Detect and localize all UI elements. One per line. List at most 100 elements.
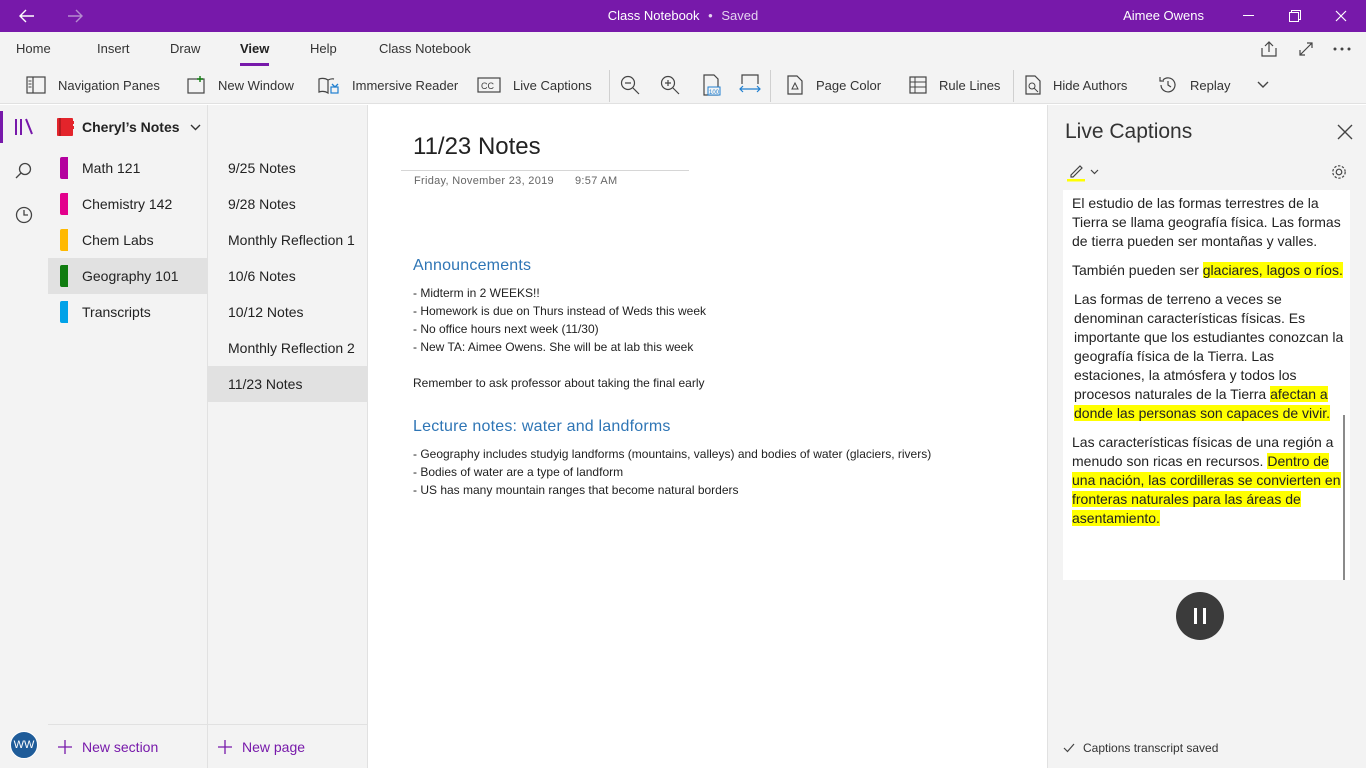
live-captions-button[interactable]: CC Live Captions bbox=[477, 66, 592, 104]
new-window-button[interactable]: New Window bbox=[186, 66, 294, 104]
tab-draw[interactable]: Draw bbox=[170, 41, 200, 56]
close-captions-button[interactable] bbox=[1334, 121, 1356, 143]
recent-notes-button[interactable] bbox=[0, 193, 48, 237]
avatar[interactable]: WW bbox=[10, 731, 38, 759]
page-item[interactable]: 9/28 Notes bbox=[208, 186, 367, 222]
ribbon-expand-button[interactable] bbox=[1248, 66, 1278, 104]
pages-pane: 9/25 Notes 9/28 Notes Monthly Reflection… bbox=[208, 149, 368, 768]
tab-help[interactable]: Help bbox=[310, 41, 337, 56]
share-button[interactable] bbox=[1249, 32, 1289, 66]
svg-text:CC: CC bbox=[481, 81, 494, 91]
caption-paragraph: El estudio de las formas terrestres de l… bbox=[1072, 195, 1341, 249]
new-section-button[interactable]: New section bbox=[48, 724, 207, 768]
zoom-100-icon: 100 bbox=[703, 74, 721, 96]
page-canvas[interactable]: 11/23 Notes Friday, November 23, 2019 9:… bbox=[368, 105, 1046, 768]
pause-captions-button[interactable] bbox=[1176, 592, 1224, 640]
plus-icon bbox=[218, 739, 232, 754]
notebooks-button[interactable] bbox=[0, 105, 48, 149]
hide-authors-button[interactable]: Hide Authors bbox=[1025, 66, 1127, 104]
note-line[interactable]: Remember to ask professor about taking t… bbox=[413, 376, 704, 390]
fullscreen-button[interactable] bbox=[1286, 32, 1326, 66]
maximize-button[interactable] bbox=[1272, 0, 1318, 32]
heading-announcements[interactable]: Announcements bbox=[413, 257, 531, 275]
new-page-button[interactable]: New page bbox=[208, 724, 367, 768]
rule-lines-label: Rule Lines bbox=[939, 77, 1001, 93]
tab-class-notebook[interactable]: Class Notebook bbox=[379, 41, 471, 56]
zoom-out-button[interactable] bbox=[615, 66, 645, 104]
captions-transcript[interactable]: El estudio de las formas terrestres de l… bbox=[1063, 190, 1350, 580]
page-item[interactable]: 9/25 Notes bbox=[208, 150, 367, 186]
section-label: Transcripts bbox=[82, 304, 151, 320]
expand-icon bbox=[1299, 42, 1313, 56]
page-color-button[interactable]: Page Color bbox=[786, 66, 881, 104]
ribbon-divider bbox=[1013, 70, 1014, 102]
heading-lecture-notes[interactable]: Lecture notes: water and landforms bbox=[413, 418, 671, 436]
new-page-label: New page bbox=[242, 738, 306, 755]
page-item[interactable]: 10/6 Notes bbox=[208, 258, 367, 294]
search-icon bbox=[15, 162, 32, 179]
replay-button[interactable]: Replay bbox=[1158, 66, 1230, 104]
page-width-button[interactable] bbox=[735, 66, 765, 104]
note-line[interactable]: - No office hours next week (11/30) bbox=[413, 322, 599, 336]
captions-status: Captions transcript saved bbox=[1063, 741, 1218, 755]
navigation-panes-icon bbox=[26, 76, 46, 94]
ribbon-divider bbox=[609, 70, 610, 102]
section-geography-101[interactable]: Geography 101 bbox=[48, 258, 207, 294]
section-color-tab bbox=[60, 193, 68, 215]
notebook-title: Class Notebook bbox=[607, 8, 700, 23]
captions-settings-button[interactable] bbox=[1328, 161, 1350, 183]
zoom-100-button[interactable]: 100 bbox=[696, 66, 726, 104]
title-separator: • bbox=[708, 8, 713, 23]
rule-lines-icon bbox=[909, 76, 927, 94]
minimize-icon bbox=[1243, 15, 1254, 16]
page-item[interactable]: Monthly Reflection 2 bbox=[208, 330, 367, 366]
hide-authors-icon bbox=[1025, 75, 1041, 95]
clock-icon bbox=[15, 206, 33, 224]
user-name[interactable]: Aimee Owens bbox=[1123, 8, 1204, 23]
search-button[interactable] bbox=[0, 149, 48, 193]
section-chem-labs[interactable]: Chem Labs bbox=[48, 222, 207, 258]
page-item[interactable]: 10/12 Notes bbox=[208, 294, 367, 330]
pages-header-spacer bbox=[208, 105, 368, 149]
note-line[interactable]: - Midterm in 2 WEEKS!! bbox=[413, 286, 540, 300]
tab-view[interactable]: View bbox=[240, 41, 270, 66]
page-item[interactable]: Monthly Reflection 1 bbox=[208, 222, 367, 258]
page-item-selected[interactable]: 11/23 Notes bbox=[208, 366, 367, 402]
zoom-in-button[interactable] bbox=[655, 66, 685, 104]
notebook-icon bbox=[57, 118, 74, 136]
section-label: Geography 101 bbox=[82, 268, 179, 284]
note-line[interactable]: - New TA: Aimee Owens. She will be at la… bbox=[413, 340, 693, 354]
pause-icon bbox=[1194, 608, 1206, 624]
minimize-button[interactable] bbox=[1226, 0, 1272, 32]
zoom-in-icon bbox=[660, 75, 680, 95]
note-line[interactable]: - Bodies of water are a type of landform bbox=[413, 465, 623, 479]
page-title[interactable]: 11/23 Notes bbox=[413, 133, 541, 161]
sections-pane: Cheryl’s Notes Math 121 Chemistry 142 Ch… bbox=[48, 105, 208, 768]
caption-text: También pueden ser bbox=[1072, 262, 1203, 278]
section-label: Chemistry 142 bbox=[82, 196, 173, 212]
section-chemistry-142[interactable]: Chemistry 142 bbox=[48, 186, 207, 222]
navigation-panes-button[interactable]: Navigation Panes bbox=[26, 66, 160, 104]
rule-lines-button[interactable]: Rule Lines bbox=[909, 66, 1000, 104]
immersive-reader-button[interactable]: Immersive Reader bbox=[318, 66, 458, 104]
captions-scrollbar[interactable] bbox=[1343, 415, 1345, 580]
close-window-button[interactable] bbox=[1318, 0, 1364, 32]
save-status: Saved bbox=[721, 8, 759, 23]
section-label: Chem Labs bbox=[82, 232, 154, 248]
ribbon-divider bbox=[770, 70, 771, 102]
zoom-out-icon bbox=[620, 75, 640, 95]
tab-insert[interactable]: Insert bbox=[97, 41, 130, 56]
tab-home[interactable]: Home bbox=[16, 41, 51, 56]
section-math-121[interactable]: Math 121 bbox=[48, 150, 207, 186]
page-time: 9:57 AM bbox=[575, 175, 618, 187]
note-line[interactable]: - US has many mountain ranges that becom… bbox=[413, 483, 739, 497]
notebook-selector[interactable]: Cheryl’s Notes bbox=[48, 105, 208, 149]
section-color-tab bbox=[60, 229, 68, 251]
immersive-reader-icon bbox=[318, 77, 339, 95]
note-line[interactable]: - Geography includes studyig landforms (… bbox=[413, 447, 931, 461]
note-line[interactable]: - Homework is due on Thurs instead of We… bbox=[413, 304, 706, 318]
highlighter-button[interactable] bbox=[1066, 161, 1106, 183]
more-options-button[interactable] bbox=[1322, 32, 1362, 66]
hide-authors-label: Hide Authors bbox=[1053, 77, 1128, 93]
section-transcripts[interactable]: Transcripts bbox=[48, 294, 207, 330]
